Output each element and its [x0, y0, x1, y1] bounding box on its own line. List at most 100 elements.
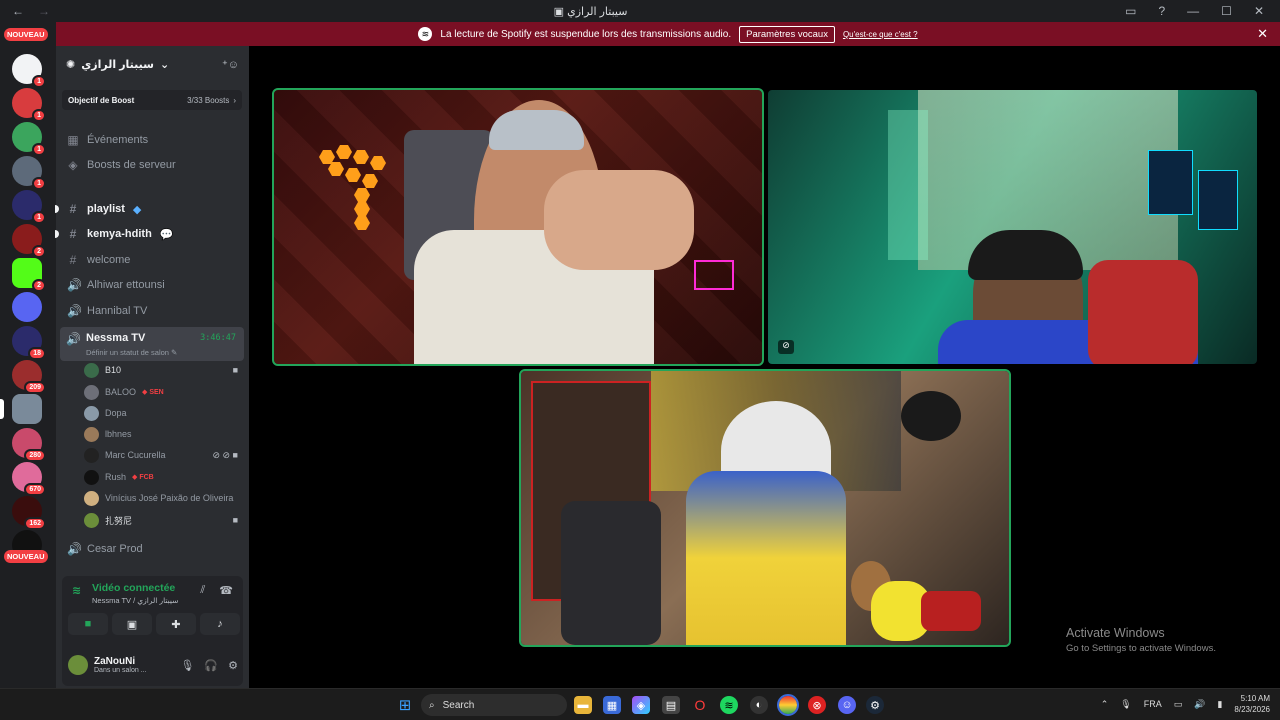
selected-server-icon[interactable] [0, 394, 42, 424]
server-icon[interactable]: 1 [12, 156, 46, 190]
spotify-taskbar-icon[interactable]: ≋ [720, 696, 738, 714]
speech-bubble-icon: 💬 [159, 228, 174, 241]
discord-taskbar-icon[interactable]: ☺ [838, 696, 856, 714]
noise-suppression-icon[interactable]: ⫽ [200, 584, 205, 597]
kick-server-icon[interactable]: 2 [12, 258, 46, 292]
set-status-link[interactable]: Définir un statut de salon ✎ [86, 348, 177, 357]
server-icon[interactable]: 18 [12, 326, 46, 360]
video-tile-1[interactable] [272, 88, 764, 366]
soundboard-button[interactable]: ♪ [200, 613, 240, 635]
calculator-icon[interactable]: ▤ [662, 696, 680, 714]
chevron-up-icon[interactable]: ⌃ [1101, 699, 1109, 710]
spotify-notice-bar: ≋ La lecture de Spotify est suspendue lo… [56, 22, 1280, 46]
invite-people-icon[interactable]: ⁺☺ [222, 58, 239, 71]
voice-user[interactable]: BALOO ◆ SEN [84, 382, 244, 402]
activities-button[interactable]: ✚ [156, 613, 196, 635]
voice-location[interactable]: Nessma TV / سيبتار الرازي [92, 596, 178, 605]
calendar-icon: ▦ [67, 133, 79, 147]
disconnect-icon[interactable]: ☎ [219, 584, 233, 597]
battery-icon[interactable]: ▮ [1217, 699, 1222, 710]
taskbar: ⊞ ⌕ Search ▬ ▦ ◈ ▤ O ≋ ◐ ⊗ ☺ ⚙ ⌃ 🎙 FRA ▭… [0, 688, 1280, 720]
channel-alhiwar[interactable]: 🔊 Alhiwar ettounsi [62, 274, 242, 296]
steam-icon[interactable]: ⚙ [866, 696, 884, 714]
language-indicator[interactable]: FRA [1144, 699, 1162, 709]
server-boosts-item[interactable]: ◈ Boosts de serveur [62, 154, 242, 176]
app-icon-2[interactable]: ⊗ [808, 696, 826, 714]
voice-settings-button[interactable]: Paramètres vocaux [739, 25, 835, 43]
gear-icon[interactable]: ⚙ [228, 659, 238, 672]
server-icon[interactable] [12, 292, 42, 322]
microphone-tray-icon[interactable]: 🎙 [1120, 699, 1131, 710]
clock[interactable]: 5:10 AM 8/23/2026 [1234, 693, 1270, 715]
server-icon[interactable]: 2 [12, 224, 46, 258]
forward-arrow-icon[interactable]: → [38, 4, 50, 18]
voice-user[interactable]: 扎努尼 ■ [84, 510, 244, 530]
windows-start-icon[interactable]: ⊞ [396, 696, 414, 714]
video-connected-status[interactable]: ≋ Vidéo connectée [72, 582, 175, 597]
video-tile-2[interactable]: ⊘ [768, 90, 1257, 364]
hash-icon: # [69, 202, 77, 216]
voice-user[interactable]: B10 ■ [84, 360, 244, 380]
volume-icon[interactable]: 🔊 [1194, 699, 1205, 710]
shield-emoji-icon: ◆ [132, 203, 142, 216]
close-window-button[interactable]: ✕ [1254, 4, 1264, 18]
boost-label: Objectif de Boost [68, 95, 135, 105]
voice-connection-panel: ≋ Vidéo connectée Nessma TV / سيبتار الرا… [62, 576, 243, 686]
voice-user[interactable]: Rush ◆ FCB [84, 467, 244, 487]
server-icon[interactable]: 1 [12, 54, 46, 88]
maximize-button[interactable]: ☐ [1221, 4, 1232, 18]
screen-share-button[interactable]: ▣ [112, 613, 152, 635]
inbox-icon[interactable]: ▭ [1125, 4, 1136, 18]
server-icon[interactable]: 1 [12, 122, 46, 156]
channel-kemya-hdith[interactable]: # kemya-hdith 💬 [55, 223, 242, 245]
avatar[interactable] [68, 655, 88, 675]
server-icon[interactable]: 670 [12, 462, 46, 496]
server-icon[interactable]: 1 [12, 190, 46, 224]
speaker-icon: 🔊 [66, 332, 81, 346]
back-arrow-icon[interactable]: ← [12, 4, 24, 18]
chrome-icon[interactable] [777, 694, 799, 716]
opera-icon[interactable]: O [691, 696, 709, 714]
search-box[interactable]: ⌕ Search [421, 694, 567, 716]
server-badge-icon: ✺ [66, 58, 76, 71]
app-icon[interactable]: ◐ [750, 696, 768, 714]
server-icon[interactable]: 1 [12, 88, 46, 122]
voice-user[interactable]: Vinícius José Paixão de Oliveira [84, 488, 244, 508]
camera-icon: ■ [232, 365, 238, 375]
muted-deafened-camera-icons: ⊘ ⊘ ■ [212, 449, 238, 460]
search-icon: ⌕ [429, 699, 435, 711]
channel-cesar-prod[interactable]: 🔊 Cesar Prod [62, 538, 242, 560]
voice-user[interactable]: Dopa [84, 403, 244, 423]
server-icon[interactable]: 209 [12, 360, 46, 394]
channel-playlist[interactable]: # playlist ◆ [55, 198, 242, 220]
minimize-button[interactable]: — [1187, 4, 1199, 18]
boost-count: 3/33 Boosts [187, 95, 230, 105]
user-status: Dans un salon ... [94, 667, 147, 674]
close-notice-icon[interactable]: ✕ [1257, 26, 1268, 42]
microphone-icon[interactable]: 🎙 [180, 659, 194, 672]
camera-button[interactable]: ■ [68, 613, 108, 635]
file-explorer-icon[interactable]: ▬ [574, 696, 592, 714]
camera-icon: ■ [232, 515, 238, 525]
speaker-icon: 🔊 [67, 278, 82, 292]
channel-timer: 3:46:47 [200, 333, 236, 343]
active-voice-channel[interactable]: 🔊 Nessma TV 3:46:47 Définir un statut de… [60, 327, 244, 361]
video-tile-3[interactable] [519, 369, 1011, 647]
boost-goal-bar[interactable]: Objectif de Boost 3/33 Boosts › [62, 90, 242, 110]
voice-user[interactable]: lbhnes [84, 424, 244, 444]
headphones-icon[interactable]: 🎧 [204, 659, 218, 672]
network-icon[interactable]: ▭ [1174, 699, 1183, 710]
help-icon[interactable]: ? [1158, 4, 1165, 18]
server-icon[interactable]: 162 [12, 496, 46, 530]
spotify-icon: ≋ [418, 27, 433, 41]
copilot-icon[interactable]: ◈ [632, 696, 650, 714]
server-icon[interactable]: 280 [12, 428, 46, 462]
channel-hannibal[interactable]: 🔊 Hannibal TV [62, 300, 242, 322]
voice-user[interactable]: Marc Cucurella ⊘ ⊘ ■ [84, 445, 244, 465]
server-header[interactable]: ✺ سيبتار الرازي ⌄ ⁺☺ [56, 46, 249, 82]
store-icon[interactable]: ▦ [603, 696, 621, 714]
events-item[interactable]: ▦ Événements [62, 129, 242, 151]
whats-this-link[interactable]: Qu'est-ce que c'est ? [843, 30, 918, 39]
username: ZaNouNi [94, 656, 136, 667]
channel-welcome[interactable]: # welcome [62, 249, 242, 271]
